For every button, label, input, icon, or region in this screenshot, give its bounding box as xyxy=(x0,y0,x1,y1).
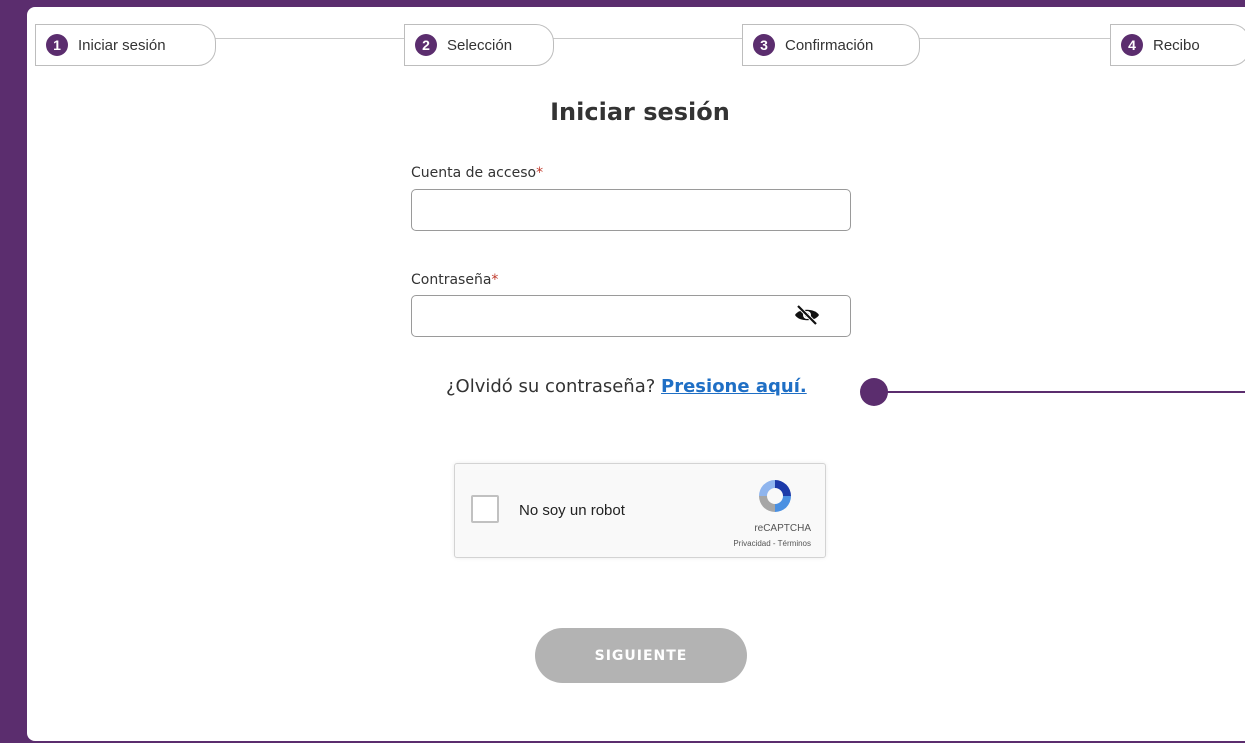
step-number: 4 xyxy=(1121,34,1143,56)
forgot-password: ¿Olvidó su contraseña? Presione aquí. xyxy=(446,376,807,397)
forgot-password-text: ¿Olvidó su contraseña? xyxy=(446,376,656,397)
recaptcha-links[interactable]: Privacidad - Términos xyxy=(733,539,811,548)
step-number: 1 xyxy=(46,34,68,56)
page-title: Iniciar sesión xyxy=(550,98,730,126)
step-number: 2 xyxy=(415,34,437,56)
account-label: Cuenta de acceso* xyxy=(411,165,543,181)
stepper-line xyxy=(200,38,1245,39)
annotation-line xyxy=(884,391,1245,393)
account-input[interactable] xyxy=(411,189,851,231)
step-label: Iniciar sesión xyxy=(78,36,166,54)
step-receipt: 4 Recibo xyxy=(1110,24,1245,66)
password-label-text: Contraseña xyxy=(411,272,492,288)
step-confirmation: 3 Confirmación xyxy=(742,24,920,66)
recaptcha-brand: reCAPTCHA xyxy=(754,523,811,534)
required-mark: * xyxy=(536,165,544,181)
page-frame: 1 Iniciar sesión 2 Selección 3 Confirmac… xyxy=(0,0,1245,743)
step-label: Recibo xyxy=(1153,36,1200,54)
account-label-text: Cuenta de acceso xyxy=(411,165,537,181)
step-label: Confirmación xyxy=(785,36,874,54)
step-login: 1 Iniciar sesión xyxy=(35,24,216,66)
recaptcha-checkbox[interactable] xyxy=(471,495,499,523)
password-input[interactable] xyxy=(411,295,851,337)
recaptcha-label: No soy un robot xyxy=(519,502,625,519)
eye-slash-icon[interactable] xyxy=(793,303,821,327)
recaptcha-logo-icon xyxy=(755,476,795,516)
step-label: Selección xyxy=(447,36,513,54)
step-selection: 2 Selección xyxy=(404,24,554,66)
next-button[interactable]: SIGUIENTE xyxy=(535,628,747,683)
recaptcha-widget: No soy un robot reCAPTCHA Privacidad - T… xyxy=(454,463,826,558)
password-label: Contraseña* xyxy=(411,272,498,288)
forgot-password-link[interactable]: Presione aquí. xyxy=(661,376,807,397)
step-number: 3 xyxy=(753,34,775,56)
required-mark: * xyxy=(491,272,499,288)
